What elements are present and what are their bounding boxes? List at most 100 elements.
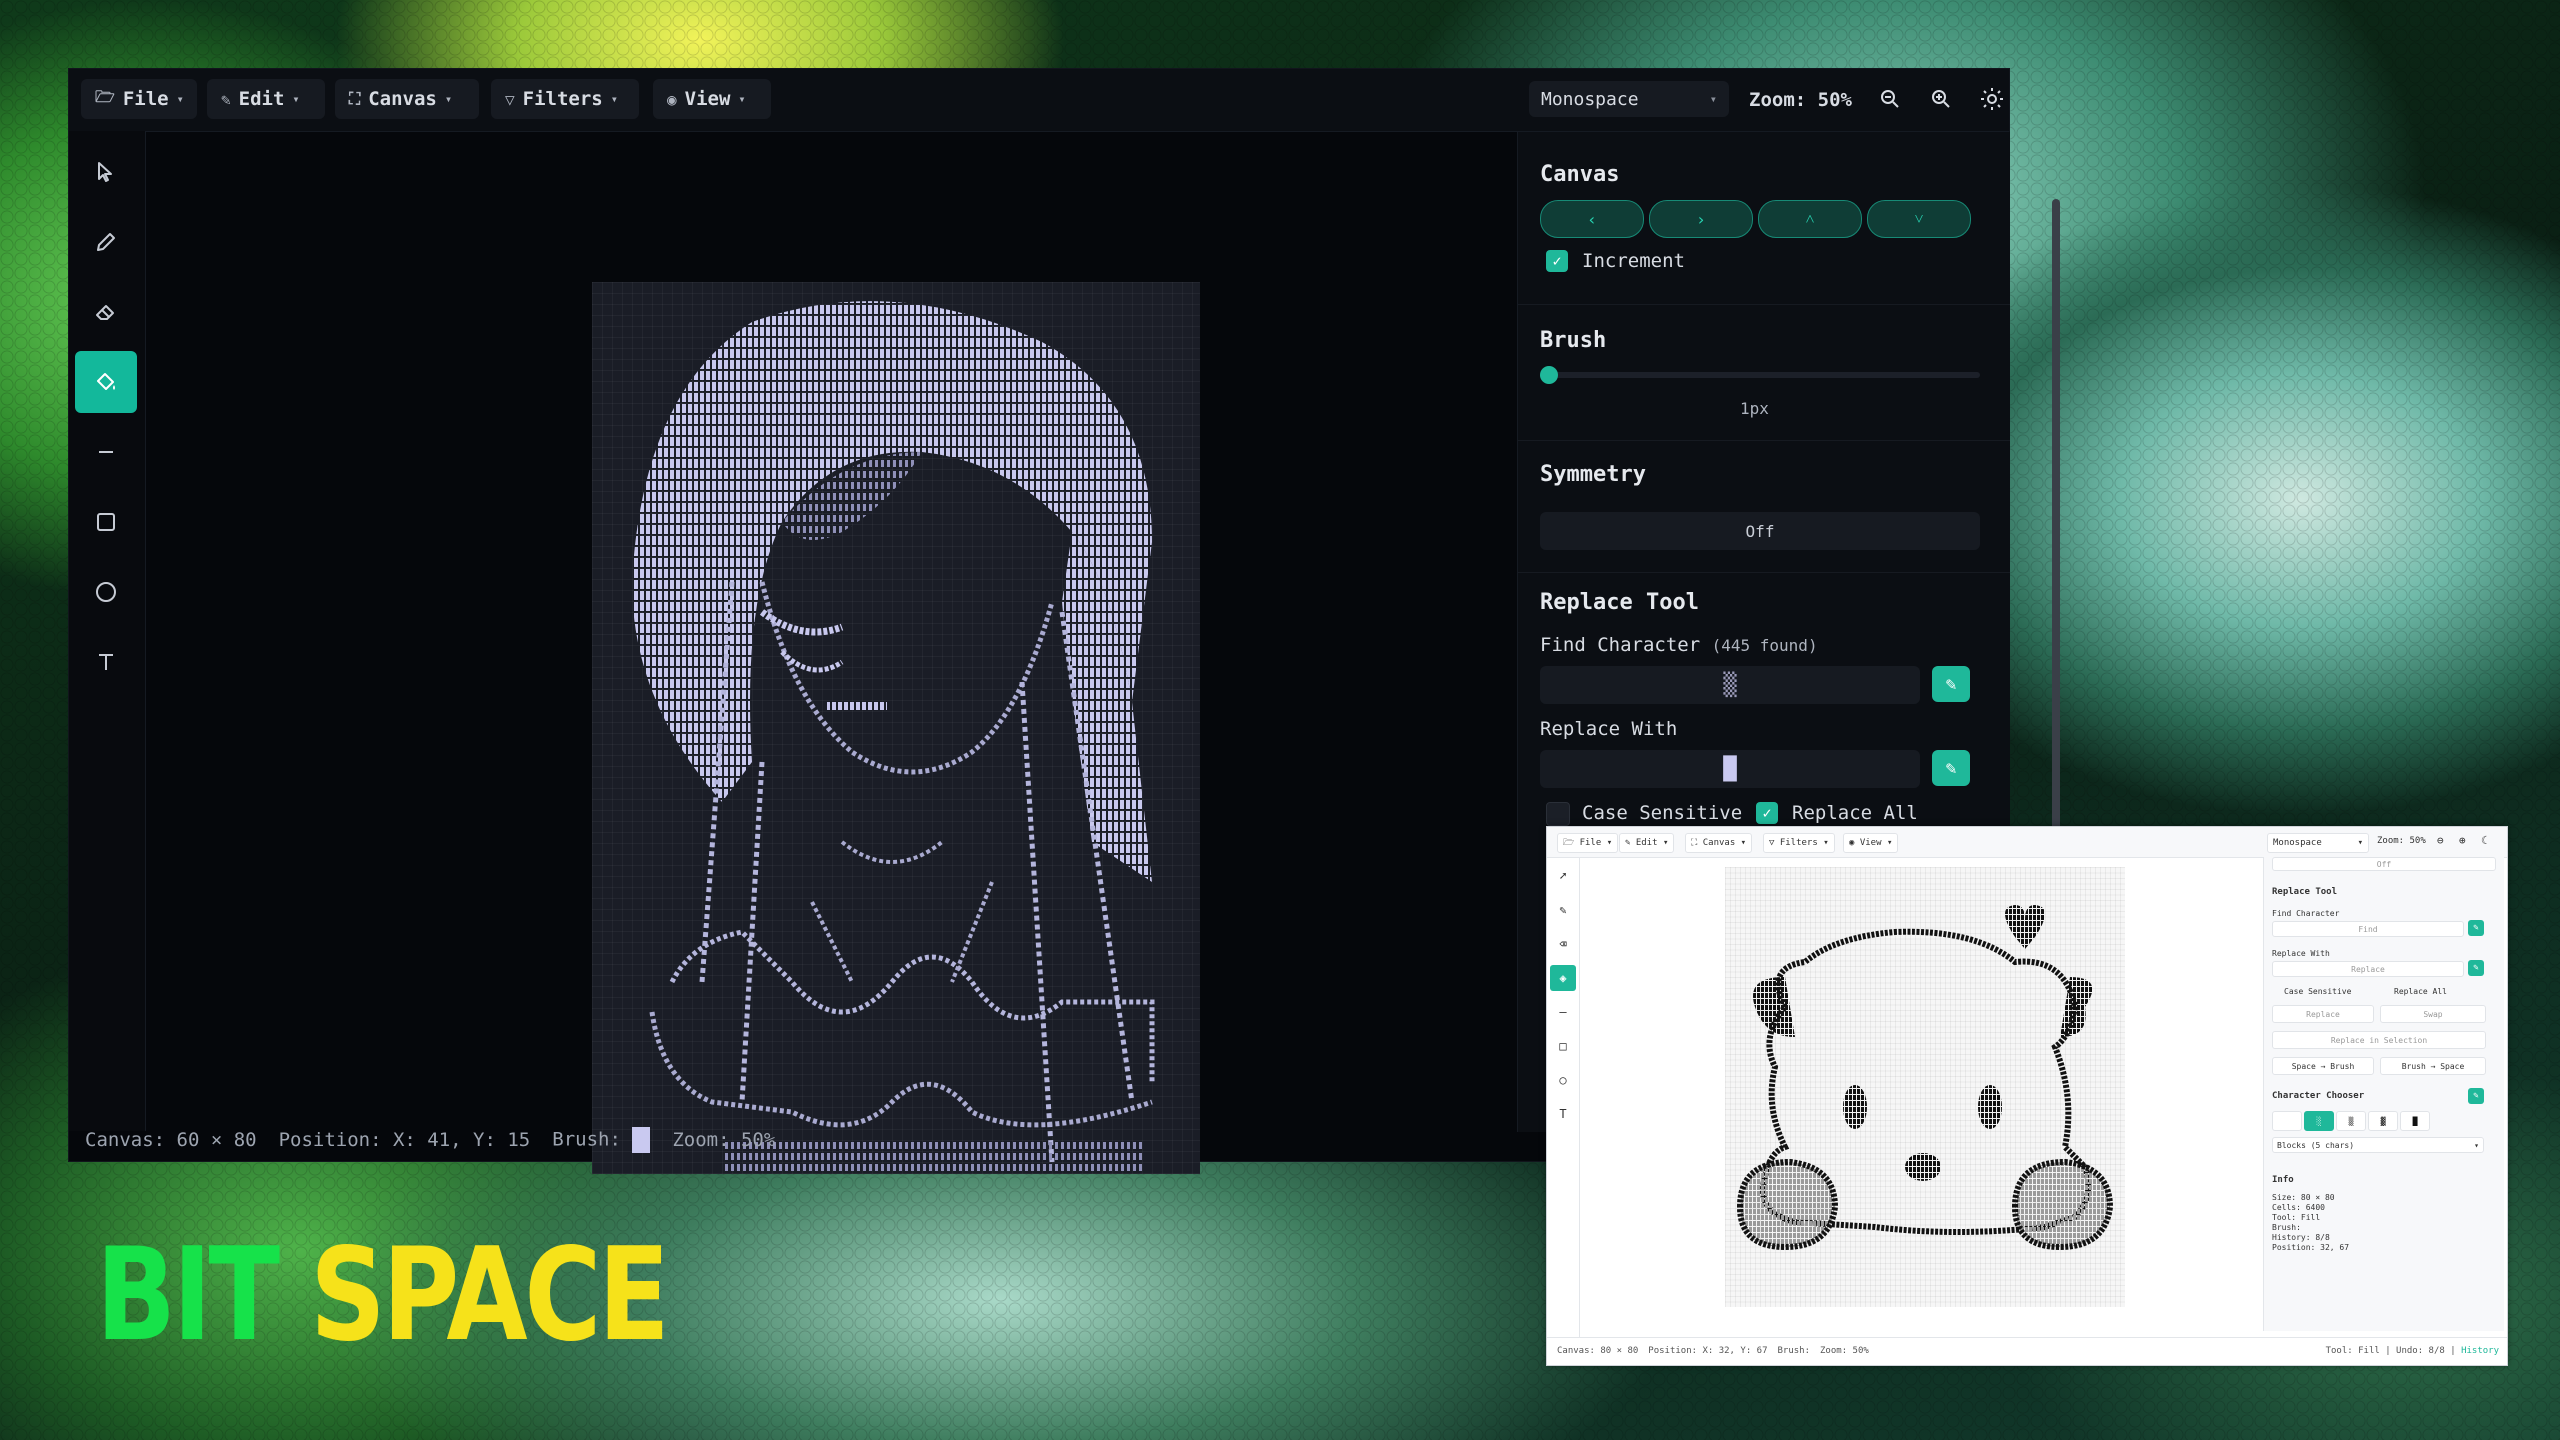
light-edit-menu[interactable]: ✎ Edit ▾ bbox=[1619, 833, 1675, 853]
light-symmetry-select[interactable]: Off bbox=[2272, 857, 2496, 871]
rectangle-icon[interactable] bbox=[75, 491, 137, 553]
light-font-select[interactable]: Monospace ▾ bbox=[2267, 833, 2369, 853]
light-replace-input[interactable]: Replace bbox=[2272, 961, 2464, 977]
brush-section-title: Brush bbox=[1540, 328, 1607, 353]
pick-replace-eyedropper-button[interactable]: ✎ bbox=[1932, 750, 1970, 786]
canvas-nav-right-button[interactable]: › bbox=[1649, 200, 1753, 238]
canvas-menu[interactable]: ⛶ Canvas ▾ bbox=[335, 79, 479, 119]
line-icon[interactable]: — bbox=[1550, 999, 1576, 1025]
light-filters-menu[interactable]: ▽ Filters ▾ bbox=[1763, 833, 1835, 853]
eyedropper-icon: ✎ bbox=[1945, 757, 1957, 779]
canvas-nav-up-button[interactable]: ˄ bbox=[1758, 200, 1862, 238]
fill-bucket-icon[interactable] bbox=[75, 351, 137, 413]
find-count: (445 found) bbox=[1711, 636, 1818, 655]
zoom-in-icon[interactable]: ⊕ bbox=[2459, 834, 2466, 847]
light-swap-button[interactable]: Swap bbox=[2380, 1005, 2486, 1023]
edit-menu[interactable]: ✎ Edit ▾ bbox=[207, 79, 325, 119]
rectangle-icon[interactable]: □ bbox=[1550, 1033, 1576, 1059]
font-select[interactable]: Monospace ▾ bbox=[1529, 81, 1729, 117]
eraser-icon[interactable] bbox=[75, 281, 137, 343]
panel-scrollbar[interactable] bbox=[2052, 199, 2060, 899]
eyedropper-icon: ✎ bbox=[2473, 923, 2479, 933]
light-file-menu[interactable]: 🗁 File ▾ bbox=[1557, 833, 1619, 853]
canvas-nav-down-button[interactable]: ˅ bbox=[1867, 200, 1971, 238]
chevron-down-icon: ▾ bbox=[444, 92, 453, 106]
history-link[interactable]: History bbox=[2461, 1346, 2499, 1356]
find-character-label: Find Character (445 found) bbox=[1540, 634, 1818, 656]
zoom-out-icon[interactable]: ⊖ bbox=[2437, 834, 2444, 847]
eyedropper-icon: ✎ bbox=[1945, 673, 1957, 695]
light-find-input[interactable]: Find bbox=[2272, 921, 2464, 937]
pick-find-eyedropper-button[interactable]: ✎ bbox=[1932, 666, 1970, 702]
view-menu[interactable]: ◉ View ▾ bbox=[653, 79, 771, 119]
pencil-icon: ✎ bbox=[1625, 838, 1631, 848]
select-arrow-icon[interactable]: ➚ bbox=[1550, 863, 1576, 889]
find-character-input[interactable]: ▒ bbox=[1540, 666, 1920, 704]
canvas-area bbox=[146, 132, 1596, 1174]
light-replace-eyedropper-button[interactable]: ✎ bbox=[2468, 960, 2484, 976]
light-char-option[interactable]: █ bbox=[2400, 1111, 2430, 1131]
light-char-set-select[interactable]: Blocks (5 chars) ▾ bbox=[2272, 1137, 2484, 1153]
symmetry-section-title: Symmetry bbox=[1540, 462, 1646, 487]
status-position: Position: X: 41, Y: 15 bbox=[278, 1129, 531, 1151]
light-tool-sidebar: ➚ ✎ ⌫ ◈ — □ ○ T bbox=[1547, 857, 1580, 1337]
select-arrow-icon[interactable] bbox=[75, 141, 137, 203]
light-char-option[interactable] bbox=[2272, 1111, 2302, 1131]
light-char-option[interactable]: ▒ bbox=[2336, 1111, 2366, 1131]
text-icon[interactable] bbox=[75, 631, 137, 693]
circle-icon[interactable]: ○ bbox=[1550, 1067, 1576, 1093]
pencil-icon[interactable]: ✎ bbox=[1550, 897, 1576, 923]
light-space-to-brush-button[interactable]: Space → Brush bbox=[2272, 1057, 2374, 1075]
theme-toggle-moon-icon[interactable]: ☾ bbox=[2481, 834, 2488, 847]
brush-swatch bbox=[632, 1127, 651, 1153]
expand-icon: ⛶ bbox=[1691, 838, 1698, 848]
light-chooser-eyedropper-button[interactable]: ✎ bbox=[2468, 1088, 2484, 1104]
eye-icon: ◉ bbox=[1849, 838, 1855, 848]
replace-all-checkbox[interactable]: ✓ bbox=[1756, 802, 1778, 824]
ascii-art-canvas[interactable] bbox=[592, 282, 1200, 1174]
file-menu[interactable]: 🗁 File ▾ bbox=[81, 79, 197, 119]
case-sensitive-checkbox[interactable] bbox=[1546, 802, 1570, 826]
light-replace-all-option[interactable]: Replace All bbox=[2394, 987, 2447, 996]
pencil-icon[interactable] bbox=[75, 211, 137, 273]
light-view-menu[interactable]: ◉ View ▾ bbox=[1843, 833, 1899, 853]
brush-size-slider[interactable] bbox=[1540, 372, 1980, 378]
increment-checkbox[interactable]: ✓ bbox=[1546, 250, 1568, 272]
chevron-down-icon: ▾ bbox=[610, 92, 618, 106]
light-case-sensitive-option[interactable]: Case Sensitive bbox=[2284, 987, 2351, 996]
text-icon[interactable]: T bbox=[1550, 1101, 1576, 1127]
filters-menu[interactable]: ▽ Filters ▾ bbox=[491, 79, 639, 119]
info-line: Size: 80 × 80 bbox=[2272, 1193, 2335, 1202]
light-char-option-selected[interactable]: ░ bbox=[2304, 1111, 2334, 1131]
light-info-title: Info bbox=[2272, 1175, 2294, 1185]
canvas-nav-left-button[interactable]: ‹ bbox=[1540, 200, 1644, 238]
line-icon[interactable] bbox=[75, 421, 137, 483]
zoom-in-icon[interactable] bbox=[1925, 83, 1957, 115]
theme-toggle-sun-icon[interactable] bbox=[1976, 83, 2008, 115]
chevron-left-icon: ‹ bbox=[1587, 209, 1597, 229]
light-ascii-art-canvas[interactable] bbox=[1725, 867, 2125, 1307]
circle-icon[interactable] bbox=[75, 561, 137, 623]
status-canvas-size: Canvas: 60 × 80 bbox=[85, 1129, 257, 1151]
replace-with-input[interactable]: █ bbox=[1540, 750, 1920, 788]
light-status-right: Tool: Fill | Undo: 8/8 | History bbox=[2325, 1345, 2499, 1356]
zoom-label: Zoom: 50% bbox=[1749, 89, 1852, 111]
filter-icon: ▽ bbox=[505, 89, 515, 109]
light-replace-button[interactable]: Replace bbox=[2272, 1005, 2374, 1023]
info-line: Tool: Fill bbox=[2272, 1213, 2321, 1222]
eraser-icon[interactable]: ⌫ bbox=[1550, 931, 1576, 957]
light-replace-in-selection-button[interactable]: Replace in Selection bbox=[2272, 1031, 2486, 1049]
fill-bucket-icon[interactable]: ◈ bbox=[1550, 965, 1576, 991]
light-find-eyedropper-button[interactable]: ✎ bbox=[2468, 920, 2484, 936]
eye-icon: ◉ bbox=[667, 89, 677, 109]
light-char-option[interactable]: ▓ bbox=[2368, 1111, 2398, 1131]
zoom-out-icon[interactable] bbox=[1874, 83, 1906, 115]
folder-icon: 🗁 bbox=[95, 86, 115, 106]
increment-label: Increment bbox=[1582, 250, 1685, 272]
light-brush-to-space-button[interactable]: Brush → Space bbox=[2380, 1057, 2486, 1075]
chevron-down-icon: ▾ bbox=[2474, 1140, 2479, 1150]
brush-size-slider-knob[interactable] bbox=[1540, 366, 1558, 384]
info-line: History: 8/8 bbox=[2272, 1233, 2330, 1242]
symmetry-select[interactable]: Off bbox=[1540, 512, 1980, 550]
light-canvas-menu[interactable]: ⛶ Canvas ▾ bbox=[1685, 833, 1753, 853]
